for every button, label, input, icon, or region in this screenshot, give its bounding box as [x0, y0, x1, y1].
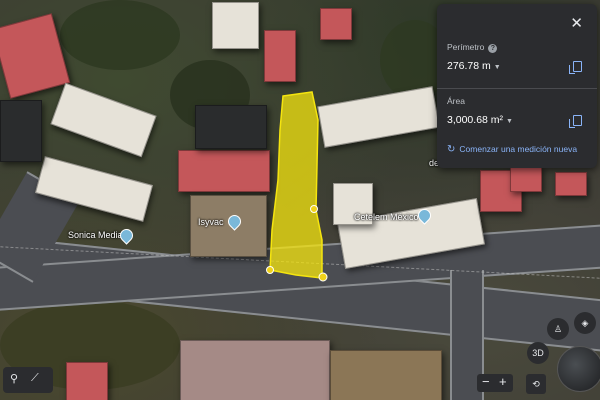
measure-panel: ✕ Perímetro? 276.78 m ▼ Área 3,000.68 m² ▼… [437, 4, 597, 168]
zoom-control: − + [477, 374, 513, 392]
perimeter-value[interactable]: 276.78 m ▼ [447, 60, 501, 72]
area-label: Área [447, 96, 465, 106]
close-icon[interactable]: ✕ [570, 14, 583, 32]
chevron-down-icon[interactable]: ▼ [494, 64, 501, 71]
rotate-icon[interactable]: ⟲ [526, 374, 546, 394]
location-pin-icon[interactable]: ⚲ [10, 372, 18, 385]
zoom-out-button[interactable]: − [482, 374, 490, 389]
measure-path-icon[interactable]: ⟋ [31, 372, 39, 385]
place-label-sonica[interactable]: Sonica Media [68, 230, 123, 240]
ruler-icon: ↻ [447, 144, 456, 155]
map-tools: ⚲ ⟋ [3, 367, 53, 393]
globe-icon[interactable] [557, 346, 600, 392]
area-polygon [269, 91, 323, 279]
help-icon[interactable]: ? [488, 44, 498, 53]
perimeter-label: Perímetro? [447, 42, 498, 53]
zoom-in-button[interactable]: + [499, 374, 507, 389]
measure-vertex[interactable] [318, 272, 328, 282]
compass-icon[interactable]: ◈ [574, 312, 596, 334]
view-3d-button[interactable]: 3D [527, 342, 549, 364]
perimeter-value-text: 276.78 m [447, 60, 491, 72]
copy-icon[interactable] [569, 115, 582, 128]
chevron-down-icon[interactable]: ▼ [506, 118, 513, 125]
area-value-text: 3,000.68 m² [447, 114, 504, 126]
place-label-cetelem[interactable]: Cetelem México [354, 212, 419, 222]
place-label-isyvac[interactable]: Isyvac [198, 217, 224, 227]
area-value[interactable]: 3,000.68 m² ▼ [447, 114, 513, 126]
divider [437, 88, 597, 89]
perimeter-label-text: Perímetro [447, 42, 485, 52]
measure-vertex[interactable] [266, 266, 274, 274]
pegman-icon[interactable]: ♙ [547, 318, 569, 340]
measure-vertex[interactable] [310, 205, 318, 213]
copy-icon[interactable] [569, 61, 582, 74]
start-new-measurement-button[interactable]: ↻ Comenzar una medición nueva [447, 144, 577, 155]
start-new-label: Comenzar una medición nueva [459, 144, 578, 154]
